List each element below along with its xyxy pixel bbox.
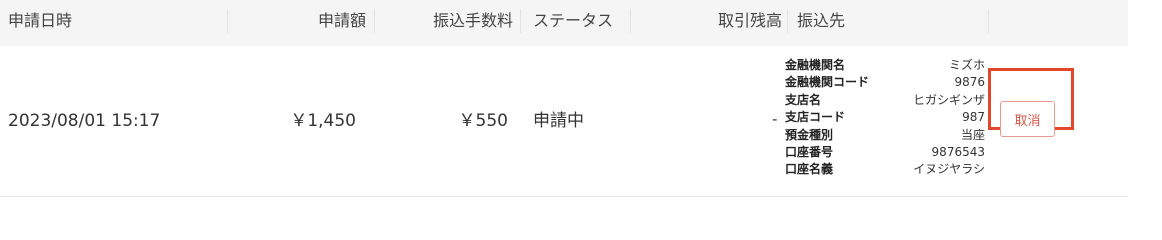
bank-detail-key: 支店名: [785, 92, 822, 107]
transfer-fee: ￥550: [458, 111, 508, 131]
bank-details: 金融機関名 ミズホ 金融機関コード 9876 支店名 ヒガシギンザ 支店コード …: [785, 57, 985, 179]
bank-detail-line: 支店コード 987: [785, 109, 985, 126]
bank-detail-value: 9876543: [931, 144, 985, 159]
column-header-amount: 申請額: [317, 11, 366, 30]
status-text: 申請中: [533, 111, 584, 131]
column-divider: [630, 9, 631, 33]
bank-detail-value: ヒガシギンザ: [912, 92, 985, 107]
column-header-balance: 取引残高: [717, 11, 782, 30]
bank-detail-key: 預金種別: [785, 127, 834, 142]
bank-detail-line: 口座番号 9876543: [785, 144, 985, 161]
bank-detail-key: 金融機関コード: [785, 75, 870, 90]
bank-detail-value: 9876: [954, 75, 985, 90]
bank-detail-line: 預金種別 当座: [785, 127, 985, 144]
bank-detail-key: 金融機関名: [785, 58, 846, 72]
column-divider: [988, 9, 989, 33]
column-divider: [520, 9, 521, 33]
request-amount: ￥1,450: [290, 111, 356, 131]
column-header-date: 申請日時: [8, 11, 73, 30]
bank-detail-line: 金融機関コード 9876: [785, 74, 985, 91]
bank-detail-key: 口座番号: [785, 144, 834, 159]
bank-detail-line: 口座名義 イヌジヤラシ: [785, 161, 985, 178]
column-divider: [227, 9, 228, 33]
table-row: 2023/08/01 15:17 ￥1,450 ￥550 申請中 - 金融機関名…: [0, 46, 1128, 197]
column-header-fee: 振込手数料: [432, 11, 513, 30]
bank-detail-value: イヌジヤラシ: [913, 162, 985, 177]
bank-detail-key: 口座名義: [785, 162, 834, 177]
column-divider: [787, 9, 788, 33]
table-header: 申請日時 申請額 振込手数料 ステータス 取引残高 振込先: [0, 0, 1128, 46]
request-date: 2023/08/01 15:17: [8, 111, 161, 131]
column-divider: [374, 9, 375, 33]
bank-detail-key: 支店コード: [785, 110, 846, 125]
bank-detail-line: 支店名 ヒガシギンザ: [785, 92, 985, 109]
transaction-balance: -: [772, 110, 778, 128]
withdrawal-table: 申請日時 申請額 振込手数料 ステータス 取引残高 振込先 2023/08/01…: [0, 0, 1162, 202]
column-header-destination: 振込先: [797, 11, 846, 30]
cancel-button[interactable]: 取消: [1000, 101, 1055, 137]
bank-detail-line: 金融機関名 ミズホ: [785, 57, 985, 74]
bank-detail-value: 当座: [960, 127, 985, 142]
column-header-status: ステータス: [533, 11, 614, 30]
bank-detail-value: ミズホ: [948, 58, 985, 72]
bank-detail-value: 987: [962, 110, 985, 125]
